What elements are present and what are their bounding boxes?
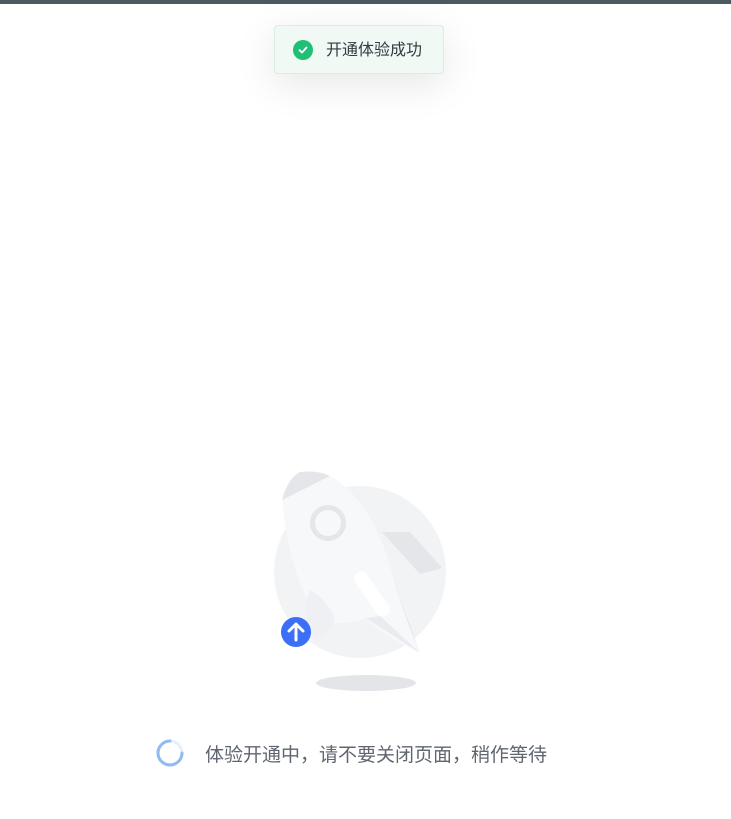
status-message: 体验开通中，请不要关闭页面，稍作等待 <box>205 743 548 766</box>
status-row: 体验开通中，请不要关闭页面，稍作等待 <box>155 738 547 768</box>
top-bar <box>0 0 731 4</box>
toast-message: 开通体验成功 <box>326 40 423 59</box>
check-circle-icon <box>293 40 313 60</box>
loading-spinner-icon <box>155 738 185 768</box>
success-toast: 开通体验成功 <box>274 25 444 74</box>
rocket-illustration <box>270 468 450 698</box>
arrow-up-icon <box>281 617 311 647</box>
